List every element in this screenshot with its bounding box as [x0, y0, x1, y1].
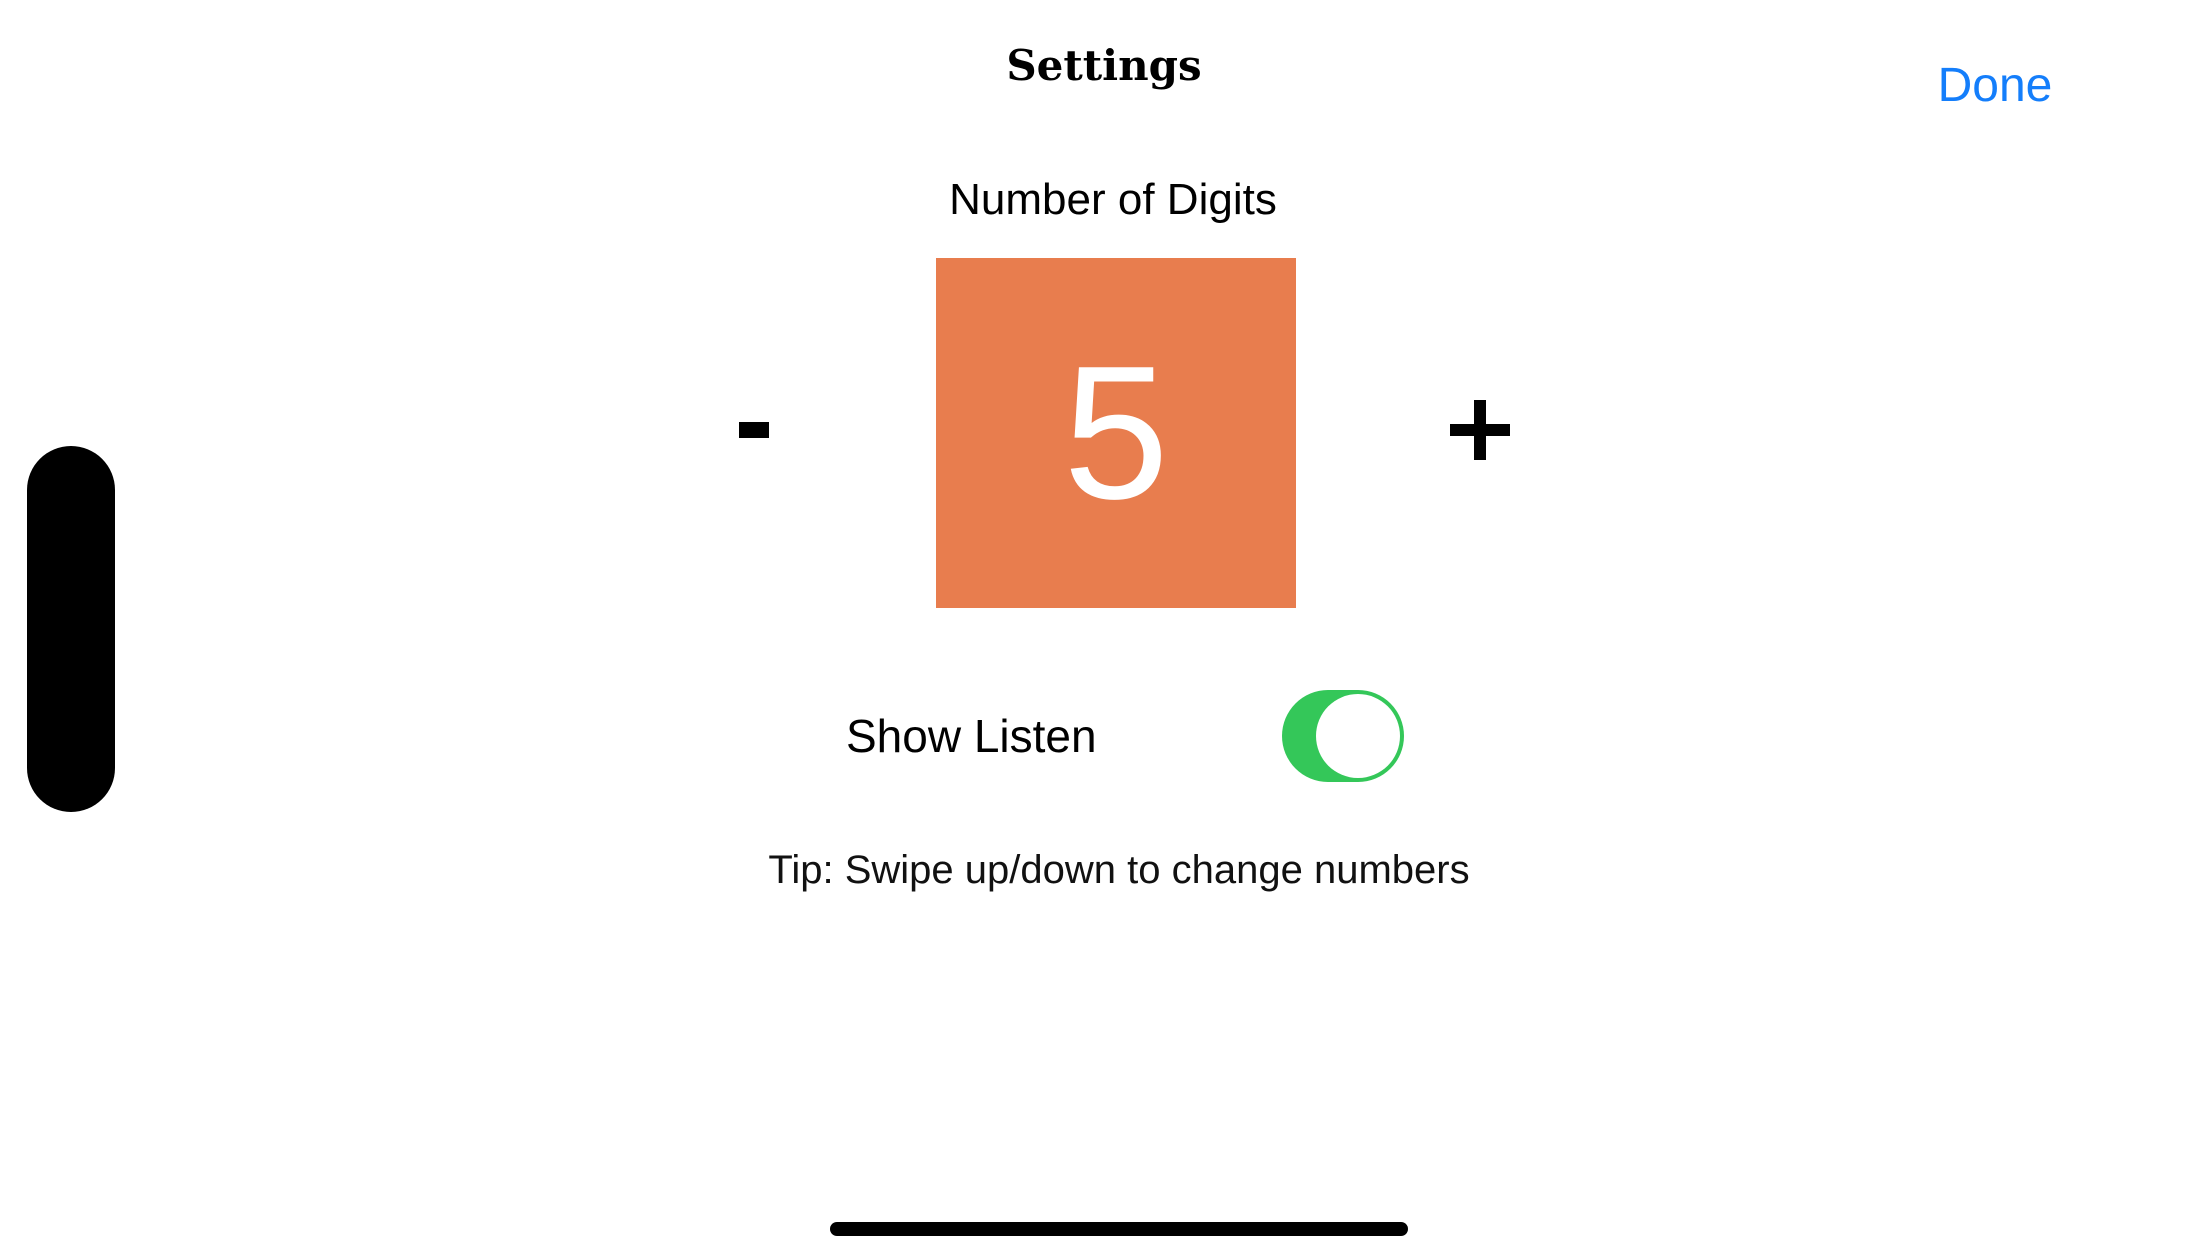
side-handle — [27, 446, 115, 812]
plus-icon — [1450, 400, 1510, 460]
decrement-button[interactable] — [722, 380, 786, 480]
digit-count-value: 5 — [1063, 327, 1169, 539]
done-button[interactable]: Done — [1920, 56, 2070, 116]
show-listen-label: Show Listen — [846, 710, 1097, 762]
toggle-knob — [1316, 694, 1400, 778]
digit-count-display[interactable]: 5 — [936, 258, 1296, 608]
tip-text: Tip: Swipe up/down to change numbers — [768, 848, 1470, 892]
page-title: Settings — [1006, 41, 1202, 90]
minus-icon — [739, 422, 769, 438]
home-indicator[interactable] — [830, 1222, 1408, 1236]
number-of-digits-label: Number of Digits — [949, 175, 1277, 224]
show-listen-toggle[interactable] — [1282, 690, 1404, 782]
increment-button[interactable] — [1440, 380, 1520, 480]
settings-screen: Settings Done Number of Digits 5 Show Li… — [0, 0, 2208, 1242]
